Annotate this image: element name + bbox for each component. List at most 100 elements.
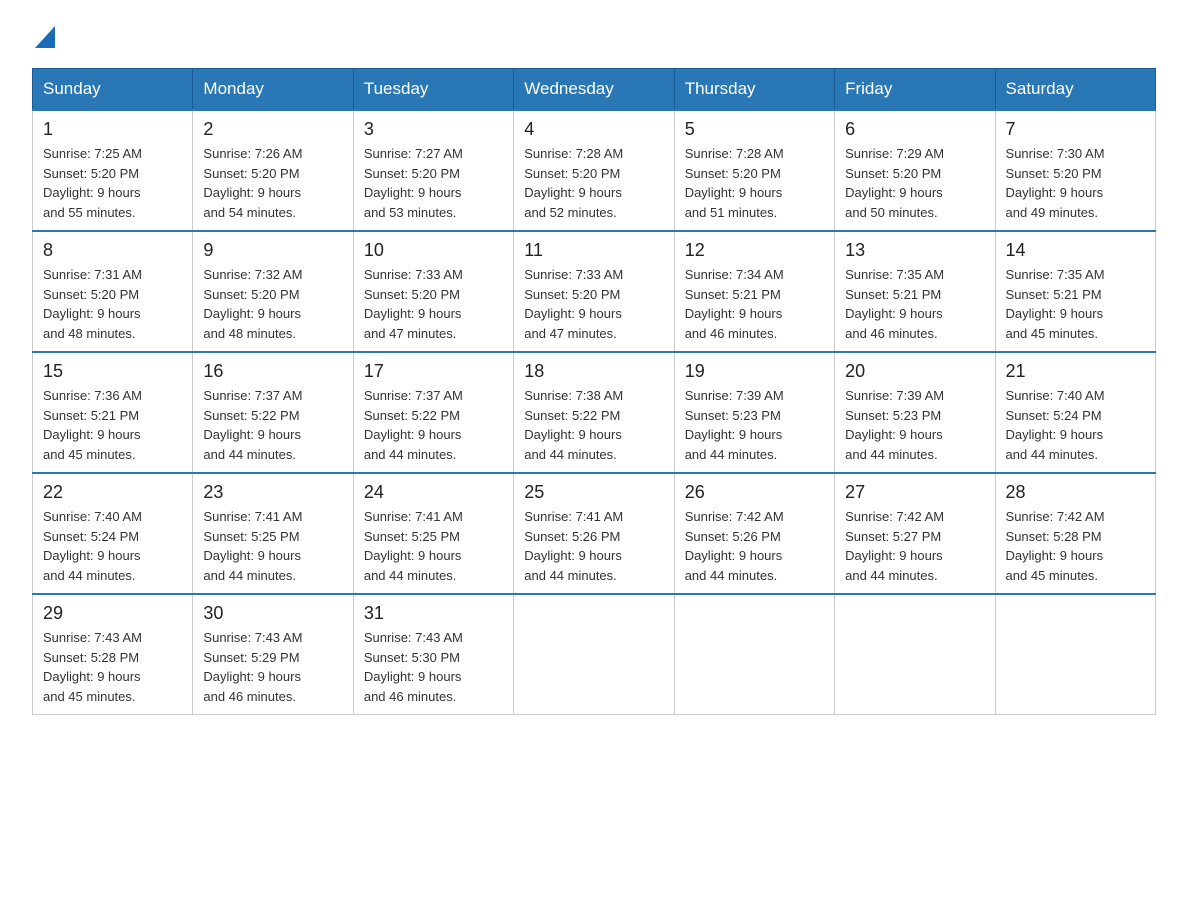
- day-number: 28: [1006, 482, 1145, 503]
- day-number: 8: [43, 240, 182, 261]
- calendar-cell: 31 Sunrise: 7:43 AM Sunset: 5:30 PM Dayl…: [353, 594, 513, 715]
- day-number: 23: [203, 482, 342, 503]
- day-number: 9: [203, 240, 342, 261]
- day-number: 1: [43, 119, 182, 140]
- day-number: 6: [845, 119, 984, 140]
- day-info: Sunrise: 7:41 AM Sunset: 5:25 PM Dayligh…: [364, 507, 503, 585]
- calendar-table: SundayMondayTuesdayWednesdayThursdayFrid…: [32, 68, 1156, 715]
- calendar-cell: 13 Sunrise: 7:35 AM Sunset: 5:21 PM Dayl…: [835, 231, 995, 352]
- page-header: [32, 24, 1156, 48]
- calendar-cell: [995, 594, 1155, 715]
- calendar-cell: [835, 594, 995, 715]
- day-number: 11: [524, 240, 663, 261]
- day-number: 31: [364, 603, 503, 624]
- logo: [32, 24, 55, 48]
- day-number: 5: [685, 119, 824, 140]
- calendar-cell: 17 Sunrise: 7:37 AM Sunset: 5:22 PM Dayl…: [353, 352, 513, 473]
- day-info: Sunrise: 7:43 AM Sunset: 5:30 PM Dayligh…: [364, 628, 503, 706]
- week-row-4: 22 Sunrise: 7:40 AM Sunset: 5:24 PM Dayl…: [33, 473, 1156, 594]
- day-info: Sunrise: 7:43 AM Sunset: 5:29 PM Dayligh…: [203, 628, 342, 706]
- calendar-cell: 10 Sunrise: 7:33 AM Sunset: 5:20 PM Dayl…: [353, 231, 513, 352]
- day-number: 2: [203, 119, 342, 140]
- calendar-cell: 30 Sunrise: 7:43 AM Sunset: 5:29 PM Dayl…: [193, 594, 353, 715]
- calendar-body: 1 Sunrise: 7:25 AM Sunset: 5:20 PM Dayli…: [33, 110, 1156, 715]
- calendar-cell: 12 Sunrise: 7:34 AM Sunset: 5:21 PM Dayl…: [674, 231, 834, 352]
- day-info: Sunrise: 7:28 AM Sunset: 5:20 PM Dayligh…: [685, 144, 824, 222]
- week-row-1: 1 Sunrise: 7:25 AM Sunset: 5:20 PM Dayli…: [33, 110, 1156, 231]
- day-number: 21: [1006, 361, 1145, 382]
- calendar-cell: 21 Sunrise: 7:40 AM Sunset: 5:24 PM Dayl…: [995, 352, 1155, 473]
- logo-triangle-icon: [35, 26, 55, 48]
- day-info: Sunrise: 7:35 AM Sunset: 5:21 PM Dayligh…: [845, 265, 984, 343]
- calendar-cell: 6 Sunrise: 7:29 AM Sunset: 5:20 PM Dayli…: [835, 110, 995, 231]
- day-number: 27: [845, 482, 984, 503]
- day-number: 12: [685, 240, 824, 261]
- calendar-cell: 24 Sunrise: 7:41 AM Sunset: 5:25 PM Dayl…: [353, 473, 513, 594]
- header-saturday: Saturday: [995, 69, 1155, 111]
- day-info: Sunrise: 7:42 AM Sunset: 5:28 PM Dayligh…: [1006, 507, 1145, 585]
- day-info: Sunrise: 7:30 AM Sunset: 5:20 PM Dayligh…: [1006, 144, 1145, 222]
- day-info: Sunrise: 7:39 AM Sunset: 5:23 PM Dayligh…: [685, 386, 824, 464]
- calendar-header: SundayMondayTuesdayWednesdayThursdayFrid…: [33, 69, 1156, 111]
- day-info: Sunrise: 7:38 AM Sunset: 5:22 PM Dayligh…: [524, 386, 663, 464]
- day-number: 22: [43, 482, 182, 503]
- calendar-cell: 8 Sunrise: 7:31 AM Sunset: 5:20 PM Dayli…: [33, 231, 193, 352]
- day-number: 26: [685, 482, 824, 503]
- header-tuesday: Tuesday: [353, 69, 513, 111]
- calendar-cell: 23 Sunrise: 7:41 AM Sunset: 5:25 PM Dayl…: [193, 473, 353, 594]
- day-number: 13: [845, 240, 984, 261]
- day-number: 3: [364, 119, 503, 140]
- day-info: Sunrise: 7:31 AM Sunset: 5:20 PM Dayligh…: [43, 265, 182, 343]
- day-info: Sunrise: 7:42 AM Sunset: 5:27 PM Dayligh…: [845, 507, 984, 585]
- day-number: 17: [364, 361, 503, 382]
- header-thursday: Thursday: [674, 69, 834, 111]
- day-number: 29: [43, 603, 182, 624]
- day-number: 24: [364, 482, 503, 503]
- calendar-cell: 5 Sunrise: 7:28 AM Sunset: 5:20 PM Dayli…: [674, 110, 834, 231]
- day-number: 20: [845, 361, 984, 382]
- day-number: 16: [203, 361, 342, 382]
- calendar-cell: 27 Sunrise: 7:42 AM Sunset: 5:27 PM Dayl…: [835, 473, 995, 594]
- calendar-cell: 3 Sunrise: 7:27 AM Sunset: 5:20 PM Dayli…: [353, 110, 513, 231]
- day-info: Sunrise: 7:42 AM Sunset: 5:26 PM Dayligh…: [685, 507, 824, 585]
- header-monday: Monday: [193, 69, 353, 111]
- day-info: Sunrise: 7:43 AM Sunset: 5:28 PM Dayligh…: [43, 628, 182, 706]
- calendar-cell: 15 Sunrise: 7:36 AM Sunset: 5:21 PM Dayl…: [33, 352, 193, 473]
- day-info: Sunrise: 7:41 AM Sunset: 5:26 PM Dayligh…: [524, 507, 663, 585]
- calendar-cell: 2 Sunrise: 7:26 AM Sunset: 5:20 PM Dayli…: [193, 110, 353, 231]
- header-friday: Friday: [835, 69, 995, 111]
- day-number: 25: [524, 482, 663, 503]
- day-info: Sunrise: 7:35 AM Sunset: 5:21 PM Dayligh…: [1006, 265, 1145, 343]
- day-info: Sunrise: 7:28 AM Sunset: 5:20 PM Dayligh…: [524, 144, 663, 222]
- day-info: Sunrise: 7:39 AM Sunset: 5:23 PM Dayligh…: [845, 386, 984, 464]
- calendar-cell: 25 Sunrise: 7:41 AM Sunset: 5:26 PM Dayl…: [514, 473, 674, 594]
- week-row-3: 15 Sunrise: 7:36 AM Sunset: 5:21 PM Dayl…: [33, 352, 1156, 473]
- day-number: 15: [43, 361, 182, 382]
- day-info: Sunrise: 7:36 AM Sunset: 5:21 PM Dayligh…: [43, 386, 182, 464]
- day-number: 30: [203, 603, 342, 624]
- day-info: Sunrise: 7:37 AM Sunset: 5:22 PM Dayligh…: [203, 386, 342, 464]
- header-wednesday: Wednesday: [514, 69, 674, 111]
- day-info: Sunrise: 7:40 AM Sunset: 5:24 PM Dayligh…: [1006, 386, 1145, 464]
- calendar-cell: 1 Sunrise: 7:25 AM Sunset: 5:20 PM Dayli…: [33, 110, 193, 231]
- day-number: 19: [685, 361, 824, 382]
- week-row-5: 29 Sunrise: 7:43 AM Sunset: 5:28 PM Dayl…: [33, 594, 1156, 715]
- week-row-2: 8 Sunrise: 7:31 AM Sunset: 5:20 PM Dayli…: [33, 231, 1156, 352]
- header-sunday: Sunday: [33, 69, 193, 111]
- day-info: Sunrise: 7:26 AM Sunset: 5:20 PM Dayligh…: [203, 144, 342, 222]
- calendar-cell: [514, 594, 674, 715]
- calendar-cell: 4 Sunrise: 7:28 AM Sunset: 5:20 PM Dayli…: [514, 110, 674, 231]
- calendar-cell: 22 Sunrise: 7:40 AM Sunset: 5:24 PM Dayl…: [33, 473, 193, 594]
- day-number: 10: [364, 240, 503, 261]
- calendar-cell: 11 Sunrise: 7:33 AM Sunset: 5:20 PM Dayl…: [514, 231, 674, 352]
- day-info: Sunrise: 7:25 AM Sunset: 5:20 PM Dayligh…: [43, 144, 182, 222]
- day-info: Sunrise: 7:29 AM Sunset: 5:20 PM Dayligh…: [845, 144, 984, 222]
- day-info: Sunrise: 7:33 AM Sunset: 5:20 PM Dayligh…: [364, 265, 503, 343]
- calendar-cell: 14 Sunrise: 7:35 AM Sunset: 5:21 PM Dayl…: [995, 231, 1155, 352]
- day-info: Sunrise: 7:32 AM Sunset: 5:20 PM Dayligh…: [203, 265, 342, 343]
- calendar-cell: 9 Sunrise: 7:32 AM Sunset: 5:20 PM Dayli…: [193, 231, 353, 352]
- day-info: Sunrise: 7:40 AM Sunset: 5:24 PM Dayligh…: [43, 507, 182, 585]
- calendar-cell: 20 Sunrise: 7:39 AM Sunset: 5:23 PM Dayl…: [835, 352, 995, 473]
- calendar-cell: 28 Sunrise: 7:42 AM Sunset: 5:28 PM Dayl…: [995, 473, 1155, 594]
- day-info: Sunrise: 7:27 AM Sunset: 5:20 PM Dayligh…: [364, 144, 503, 222]
